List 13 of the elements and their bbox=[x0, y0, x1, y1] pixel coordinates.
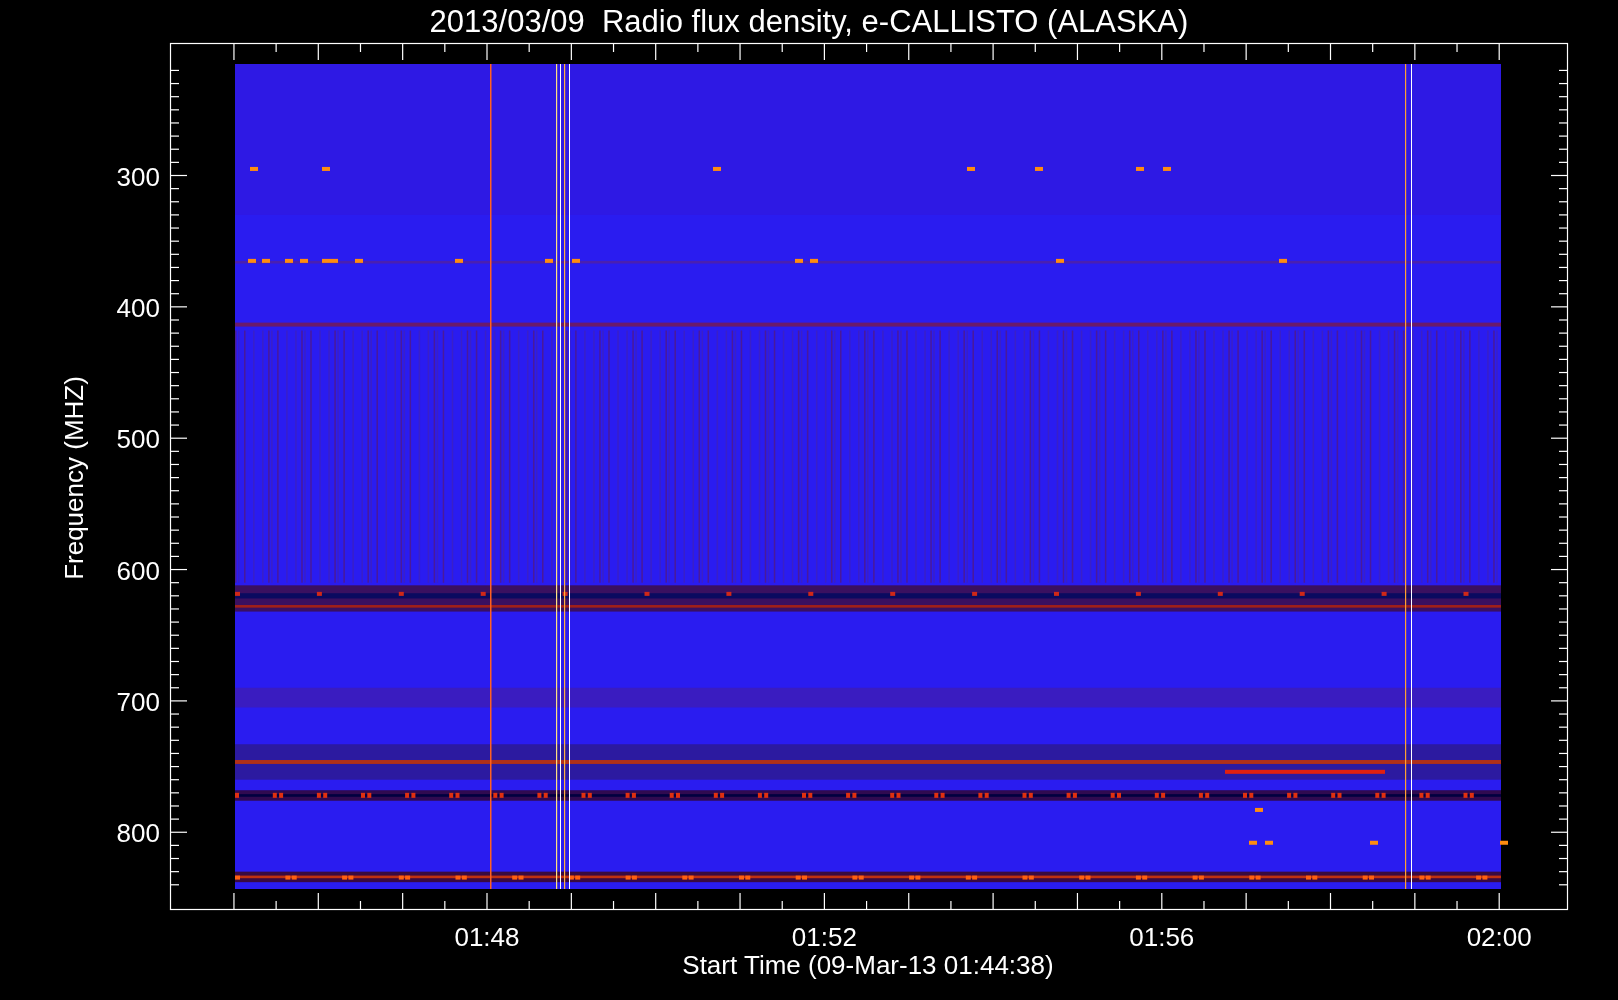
tick-label: 01:48 bbox=[454, 922, 520, 952]
tick-label: 300 bbox=[116, 161, 160, 192]
axis-title: Frequency (MHZ) bbox=[59, 376, 89, 580]
tick-label: 400 bbox=[116, 292, 160, 323]
tick-label: 600 bbox=[116, 555, 160, 586]
tick-label: 01:52 bbox=[791, 922, 857, 952]
chart-title: 2013/03/09 Radio flux density, e-CALLISTO (ALASKA) bbox=[429, 4, 1189, 39]
axis-title: Start Time (09-Mar-13 01:44:38) bbox=[682, 950, 1054, 980]
tick-label: 800 bbox=[116, 818, 160, 849]
tick-label: 01:56 bbox=[1129, 922, 1195, 952]
tick-label: 700 bbox=[116, 686, 160, 717]
tick-label: 02:00 bbox=[1466, 922, 1532, 952]
tick-label: 500 bbox=[116, 424, 160, 455]
